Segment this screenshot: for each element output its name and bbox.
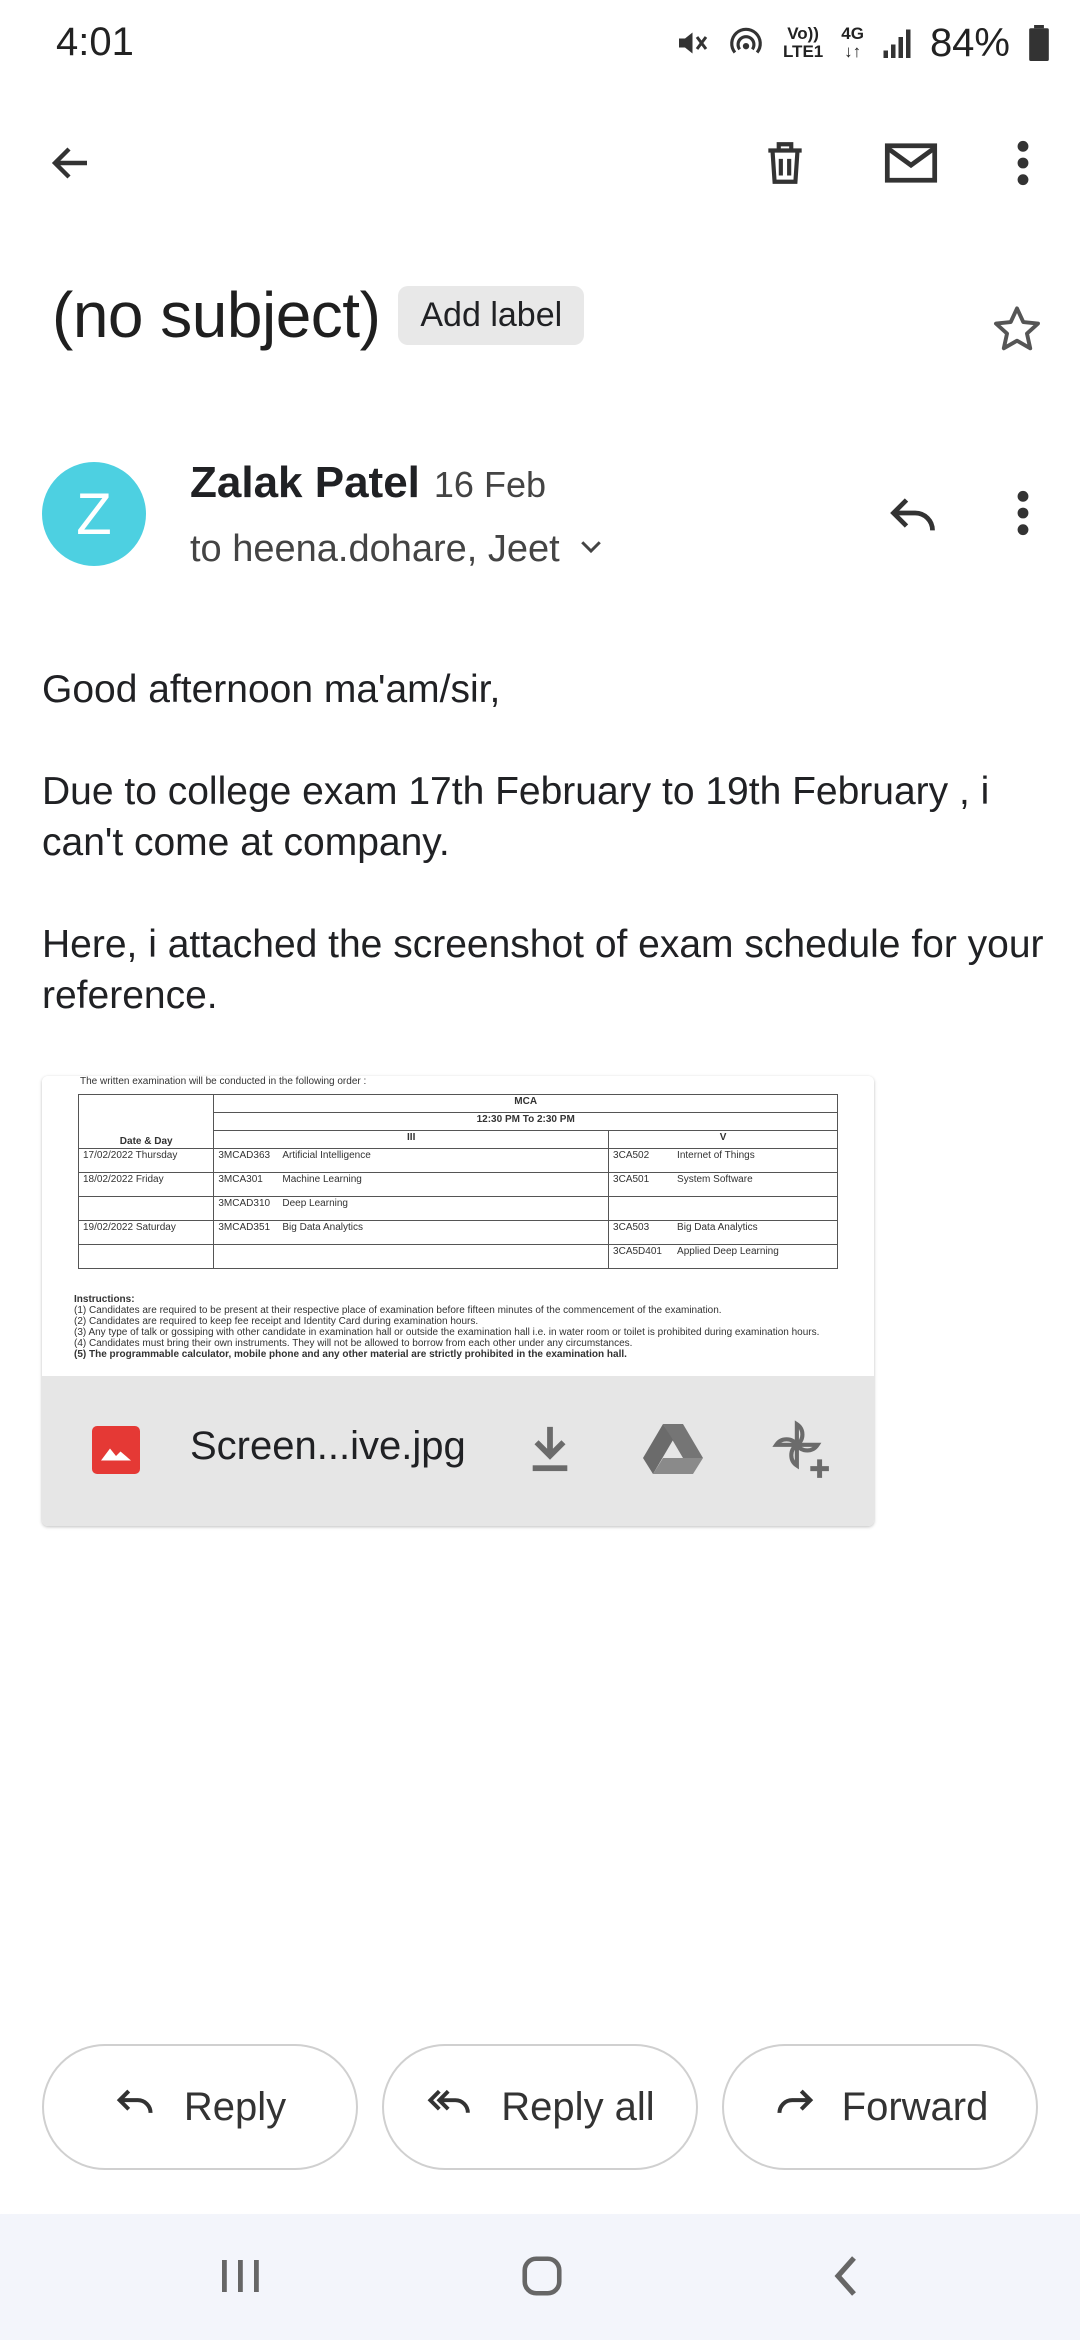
more-vert-icon — [1013, 488, 1033, 543]
back-chevron-icon — [829, 2254, 863, 2303]
download-button[interactable] — [520, 1420, 580, 1480]
volte-bottom: LTE1 — [782, 42, 824, 61]
attachment-filename[interactable]: Screen...ive.jpg — [190, 1424, 466, 1469]
delete-button[interactable] — [740, 120, 830, 210]
volte-top: Vo)) — [787, 24, 819, 43]
email-body: Good afternoon ma'am/sir, Due to college… — [42, 664, 1052, 1072]
reply-action-button[interactable]: Reply — [42, 2044, 358, 2170]
mail-icon — [883, 138, 939, 193]
email-date: 16 Feb — [433, 464, 546, 505]
message-more-button[interactable] — [978, 470, 1068, 560]
status-bar: 4:01 Vo)) LTE1 4G ↓↑ 84% — [0, 0, 1080, 90]
back-button[interactable] — [26, 120, 116, 210]
reply-all-icon — [425, 2082, 475, 2132]
forward-icon — [772, 2082, 816, 2132]
system-nav-bar — [0, 2214, 1080, 2340]
more-vert-icon — [1013, 138, 1033, 193]
action-row: Reply Reply all Forward — [42, 2044, 1042, 2170]
doc-intro: The written examination will be conducte… — [80, 1076, 367, 1087]
mark-unread-button[interactable] — [866, 120, 956, 210]
table-header: Date & Day — [77, 1094, 215, 1149]
reply-all-label: Reply all — [501, 2084, 655, 2129]
recents-icon — [218, 2256, 262, 2301]
body-paragraph: Here, i attached the screenshot of exam … — [42, 923, 1044, 1017]
top-app-bar — [0, 110, 1080, 220]
sender-avatar[interactable]: Z — [42, 462, 146, 566]
photos-add-icon — [770, 1418, 832, 1485]
network-type: 4G — [841, 24, 864, 43]
table-header: MCA — [213, 1094, 838, 1113]
sender-line: Zalak Patel 16 Feb — [190, 458, 546, 508]
battery-percent: 84% — [929, 20, 1010, 65]
hotspot-icon — [727, 24, 765, 62]
forward-label: Forward — [841, 2084, 989, 2129]
image-file-icon — [92, 1426, 140, 1474]
reply-all-action-button[interactable]: Reply all — [382, 2044, 698, 2170]
4g-icon: 4G ↓↑ — [841, 24, 864, 61]
table-header: III — [213, 1130, 610, 1149]
reply-button[interactable] — [868, 470, 958, 560]
table-row: 3CA5D401 Applied Deep Learning — [77, 1244, 838, 1269]
email-subject: (no subject) — [52, 279, 381, 351]
signal-icon — [882, 26, 912, 60]
star-icon — [991, 303, 1043, 360]
body-paragraph: Due to college exam 17th February to 19t… — [42, 770, 990, 864]
drive-icon — [643, 1422, 703, 1479]
exam-schedule-table: Date & Day MCA 12:30 PM To 2:30 PM III V… — [77, 1094, 838, 1269]
attachment-preview[interactable]: The written examination will be conducte… — [42, 1076, 874, 1376]
reply-icon — [114, 2082, 158, 2132]
save-to-photos-button[interactable] — [766, 1416, 836, 1486]
chevron-down-icon — [576, 528, 606, 571]
table-header: 12:30 PM To 2:30 PM — [213, 1112, 838, 1131]
trash-icon — [760, 138, 810, 193]
subject-row: (no subject) Add label — [52, 270, 585, 360]
more-options-button[interactable] — [978, 120, 1068, 210]
save-to-drive-button[interactable] — [638, 1420, 708, 1480]
back-arrow-icon — [47, 139, 95, 192]
recents-button[interactable] — [190, 2240, 290, 2316]
table-header: V — [608, 1130, 838, 1149]
star-button[interactable] — [972, 286, 1062, 376]
home-button[interactable] — [492, 2240, 592, 2316]
table-row: 3MCAD310 Deep Learning — [77, 1196, 838, 1221]
attachment-footer: Screen...ive.jpg — [42, 1376, 874, 1526]
add-label-chip[interactable]: Add label — [398, 285, 585, 345]
reply-icon — [887, 487, 939, 544]
status-icons: Vo)) LTE1 4G ↓↑ 84% — [673, 18, 1050, 68]
recipients-text: to heena.dohare, Jeet — [190, 528, 560, 570]
battery-icon — [1028, 25, 1050, 61]
table-row: 18/02/2022 Friday 3MCA301 Machine Learnin… — [77, 1172, 838, 1197]
forward-action-button[interactable]: Forward — [722, 2044, 1038, 2170]
home-icon — [519, 2253, 565, 2304]
volte-icon: Vo)) LTE1 — [783, 25, 823, 61]
sender-name: Zalak Patel — [190, 458, 420, 507]
doc-instructions: Instructions: (1) Candidates are require… — [74, 1294, 820, 1360]
table-row: 19/02/2022 Saturday 3MCAD351 Big Data Ana… — [77, 1220, 838, 1245]
reply-label: Reply — [183, 2084, 287, 2129]
download-icon — [528, 1423, 572, 1478]
attachment-card[interactable]: The written examination will be conducte… — [42, 1076, 874, 1526]
table-row: 17/02/2022 Thursday 3MCAD363 Artificial I… — [77, 1148, 838, 1173]
recipients-toggle[interactable]: to heena.dohare, Jeet — [190, 528, 606, 571]
body-greeting: Good afternoon ma'am/sir, — [42, 668, 501, 711]
status-time: 4:01 — [56, 20, 134, 64]
system-back-button[interactable] — [796, 2240, 896, 2316]
mute-icon — [673, 25, 709, 61]
